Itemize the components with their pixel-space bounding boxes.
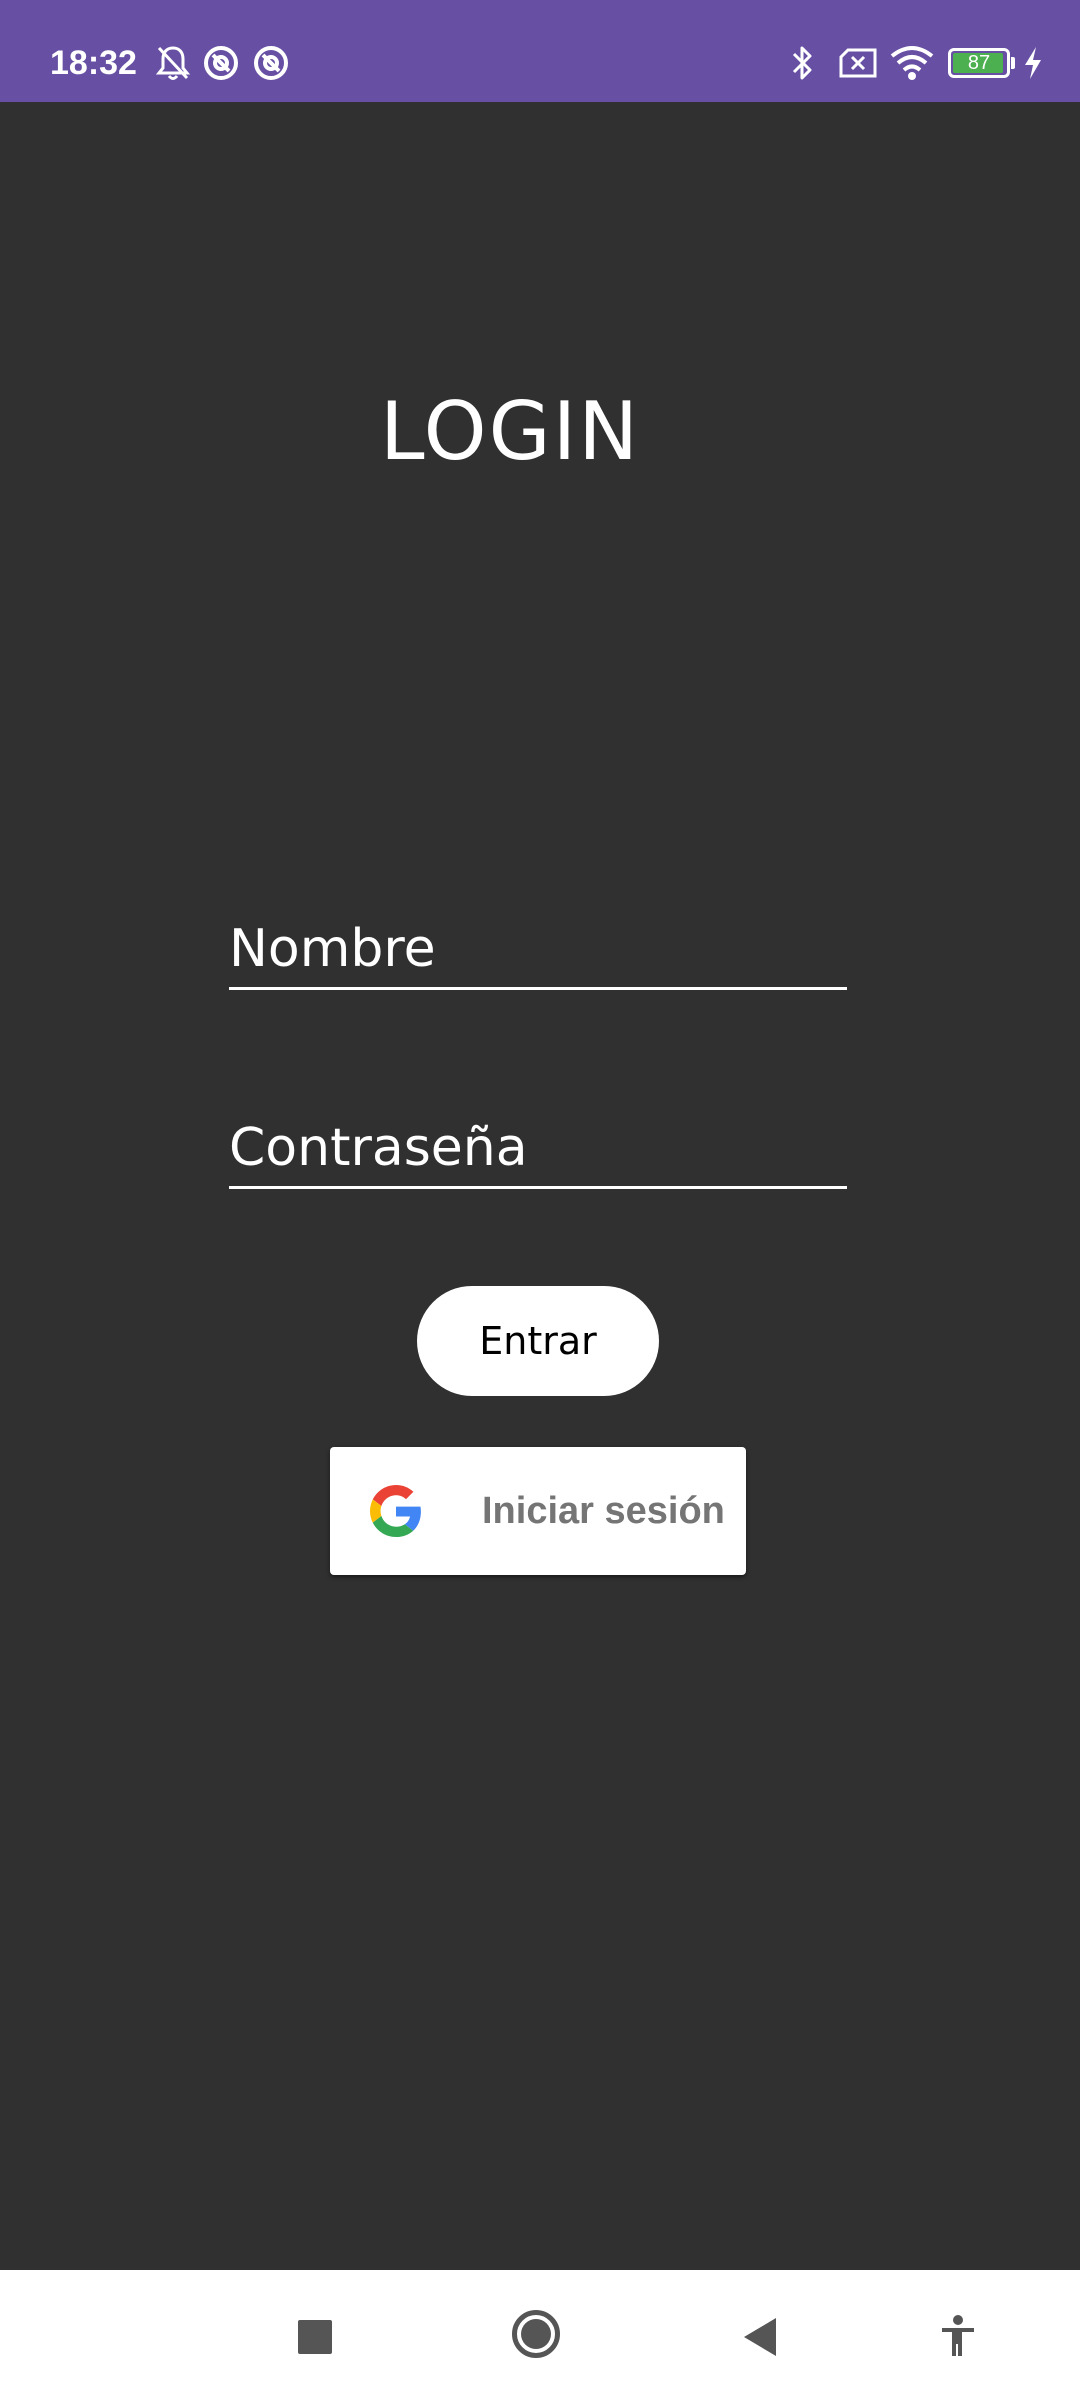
google-signin-label: Iniciar sesión bbox=[482, 1490, 725, 1532]
accessibility-icon[interactable] bbox=[940, 2314, 976, 2358]
google-logo-icon bbox=[370, 1485, 421, 1537]
charging-icon bbox=[1025, 47, 1041, 79]
status-time: 18:32 bbox=[50, 44, 137, 82]
back-triangle-icon[interactable] bbox=[742, 2316, 778, 2358]
app-notification-icon bbox=[204, 46, 238, 80]
home-circle-inner bbox=[521, 2319, 551, 2349]
username-field[interactable] bbox=[229, 895, 847, 990]
app-notification-icon bbox=[254, 46, 288, 80]
recents-square-icon[interactable] bbox=[298, 2320, 332, 2354]
wifi-icon bbox=[890, 46, 934, 80]
bell-off-icon bbox=[155, 46, 191, 80]
username-input[interactable] bbox=[229, 919, 847, 979]
password-field[interactable] bbox=[229, 1094, 847, 1189]
battery-level: 87 bbox=[967, 52, 991, 74]
status-bar: 18:32 87 bbox=[0, 0, 1080, 102]
google-signin-button[interactable]: Iniciar sesión bbox=[330, 1447, 746, 1575]
home-circle-icon[interactable] bbox=[512, 2310, 560, 2358]
enter-button[interactable]: Entrar bbox=[417, 1286, 659, 1396]
navigation-bar bbox=[0, 2270, 1080, 2400]
password-input[interactable] bbox=[229, 1118, 847, 1178]
no-sim-icon bbox=[839, 48, 877, 78]
battery-icon: 87 bbox=[948, 48, 1010, 78]
page-title: LOGIN bbox=[379, 385, 641, 478]
battery-tip bbox=[1011, 57, 1015, 69]
bluetooth-icon bbox=[792, 46, 812, 80]
